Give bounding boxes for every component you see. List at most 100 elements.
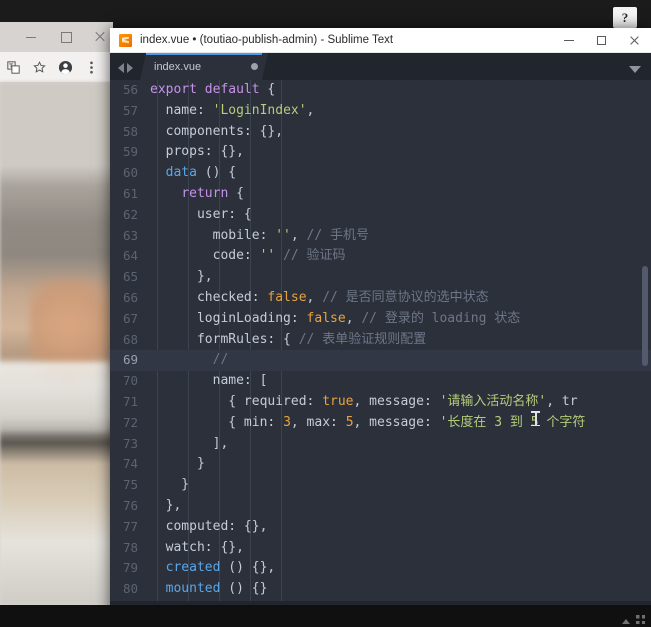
maximize-button[interactable] [585,28,618,52]
code-line-text[interactable]: name: 'LoginIndex', [148,101,651,122]
code-line-text[interactable]: export default { [148,80,651,101]
code-line[interactable]: 74 } [110,454,651,475]
code-token: name: [150,102,213,118]
code-line-text[interactable]: checked: false, // 是否同意协议的选中状态 [148,288,651,309]
line-number: 66 [122,289,138,305]
code-line[interactable]: 58 components: {}, [110,122,651,143]
previous-tab-icon[interactable] [118,63,124,73]
code-token: export [150,82,205,97]
tab-list-menu-icon[interactable] [629,66,641,73]
minimize-icon[interactable] [24,30,38,44]
code-token: 5 [345,414,354,430]
code-line[interactable]: 73 ], [110,434,651,455]
code-line[interactable]: 78 watch: {}, [110,538,651,559]
show-hidden-icons-icon[interactable] [622,619,630,624]
chrome-toolbar[interactable] [0,52,113,82]
profile-icon[interactable] [52,52,78,82]
translate-icon[interactable] [0,52,26,82]
code-line-text[interactable]: ], [148,434,651,455]
code-line[interactable]: 67 loginLoading: false, // 登录的 loading 状… [110,309,651,330]
help-badge[interactable]: ? [613,7,637,32]
code-line[interactable]: 68 formRules: { // 表单验证规则配置 [110,330,651,351]
code-line-text[interactable]: user: { [148,205,651,226]
code-content[interactable]: 56 export default {57 name: 'LoginIndex',… [110,80,651,600]
code-token: { required: [150,393,323,409]
code-token: checked: [150,289,268,305]
chrome-window-controls[interactable] [18,22,113,52]
windows-taskbar[interactable] [0,605,651,627]
code-line-text[interactable]: props: {}, [148,142,651,163]
code-line-text[interactable]: mounted () {} [148,579,651,600]
sublime-text-window[interactable]: index.vue • (toutiao-publish-admin) - Su… [110,28,651,627]
code-token: }, [150,269,213,285]
line-number: 76 [122,497,138,513]
maximize-icon[interactable] [59,30,73,44]
code-line[interactable]: 69 // [110,350,651,372]
code-line[interactable]: 70 name: [ [110,371,651,392]
code-line-text[interactable]: components: {}, [148,122,651,143]
chrome-browser-window[interactable] [0,22,113,605]
code-line-text[interactable]: data () { [148,163,651,184]
code-line[interactable]: 79 created () {}, [110,558,651,579]
code-token: 'LoginIndex' [212,102,307,118]
code-line[interactable]: 77 computed: {}, [110,517,651,538]
code-token: created [165,560,221,576]
bookmark-star-icon[interactable] [26,52,52,82]
next-tab-icon[interactable] [127,63,133,73]
tray-grid-icon[interactable] [636,615,645,624]
system-tray[interactable] [622,615,645,624]
unsaved-changes-dot-icon[interactable] [251,63,258,70]
code-line[interactable]: 56 export default { [110,80,651,101]
code-line-text[interactable]: watch: {}, [148,538,651,559]
vertical-scrollbar[interactable] [642,80,648,601]
code-line[interactable]: 64 code: '' // 验证码 [110,246,651,267]
code-line[interactable]: 75 } [110,475,651,496]
code-token: return [181,185,229,201]
line-number: 69 [122,352,138,368]
code-line-text[interactable]: code: '' // 验证码 [148,246,651,267]
code-line-text[interactable]: } [148,454,651,475]
code-line-text[interactable]: mobile: '', // 手机号 [148,226,651,247]
code-line-text[interactable]: } [148,475,651,496]
code-line-text[interactable]: { required: true, message: '请输入活动名称', tr [148,392,651,413]
code-token: components: {}, [150,123,284,139]
code-line[interactable]: 59 props: {}, [110,142,651,163]
code-line[interactable]: 61 return { [110,184,651,205]
code-line-text[interactable]: created () {}, [148,558,651,579]
code-line-text[interactable]: formRules: { // 表单验证规则配置 [148,330,651,351]
code-line[interactable]: 80 mounted () {} [110,579,651,600]
code-line-text[interactable]: return { [148,184,651,205]
line-number: 57 [122,102,138,118]
close-button[interactable] [618,28,651,52]
tab-index-vue[interactable]: index.vue [140,53,268,80]
code-line-text[interactable]: { min: 3, max: 5, message: '长度在 3 到 5 个字… [148,413,651,434]
tab-bar[interactable]: index.vue [110,53,651,80]
code-line[interactable]: 62 user: { [110,205,651,226]
scrollbar-thumb[interactable] [642,266,648,366]
code-editor[interactable]: 56 export default {57 name: 'LoginIndex',… [110,80,651,601]
photo-keyboard [0,362,110,432]
tab-scroll-arrows[interactable] [110,63,140,80]
chrome-menu-icon[interactable] [78,52,104,82]
code-line-text[interactable]: computed: {}, [148,517,651,538]
code-line[interactable]: 66 checked: false, // 是否同意协议的选中状态 [110,288,651,309]
code-line-text[interactable]: loginLoading: false, // 登录的 loading 状态 [148,309,651,330]
code-token: { [259,82,276,97]
code-line[interactable]: 76 }, [110,496,651,517]
code-line-text[interactable]: }, [148,496,651,517]
code-line-text[interactable]: }, [148,267,651,288]
code-line[interactable]: 72 { min: 3, max: 5, message: '长度在 3 到 5… [110,413,651,434]
code-line-text[interactable]: // [148,350,651,371]
close-icon[interactable] [93,30,107,44]
code-line[interactable]: 57 name: 'LoginIndex', [110,101,651,122]
code-line[interactable]: 60 data () { [110,163,651,184]
code-line[interactable]: 65 }, [110,267,651,288]
code-token: code: [150,248,260,264]
minimize-button[interactable] [552,28,585,52]
sublime-window-controls[interactable] [552,28,651,52]
code-line[interactable]: 71 { required: true, message: '请输入活动名称',… [110,392,651,413]
code-token: , [306,102,315,118]
code-line-text[interactable]: name: [ [148,371,651,392]
code-line[interactable]: 63 mobile: '', // 手机号 [110,226,651,247]
